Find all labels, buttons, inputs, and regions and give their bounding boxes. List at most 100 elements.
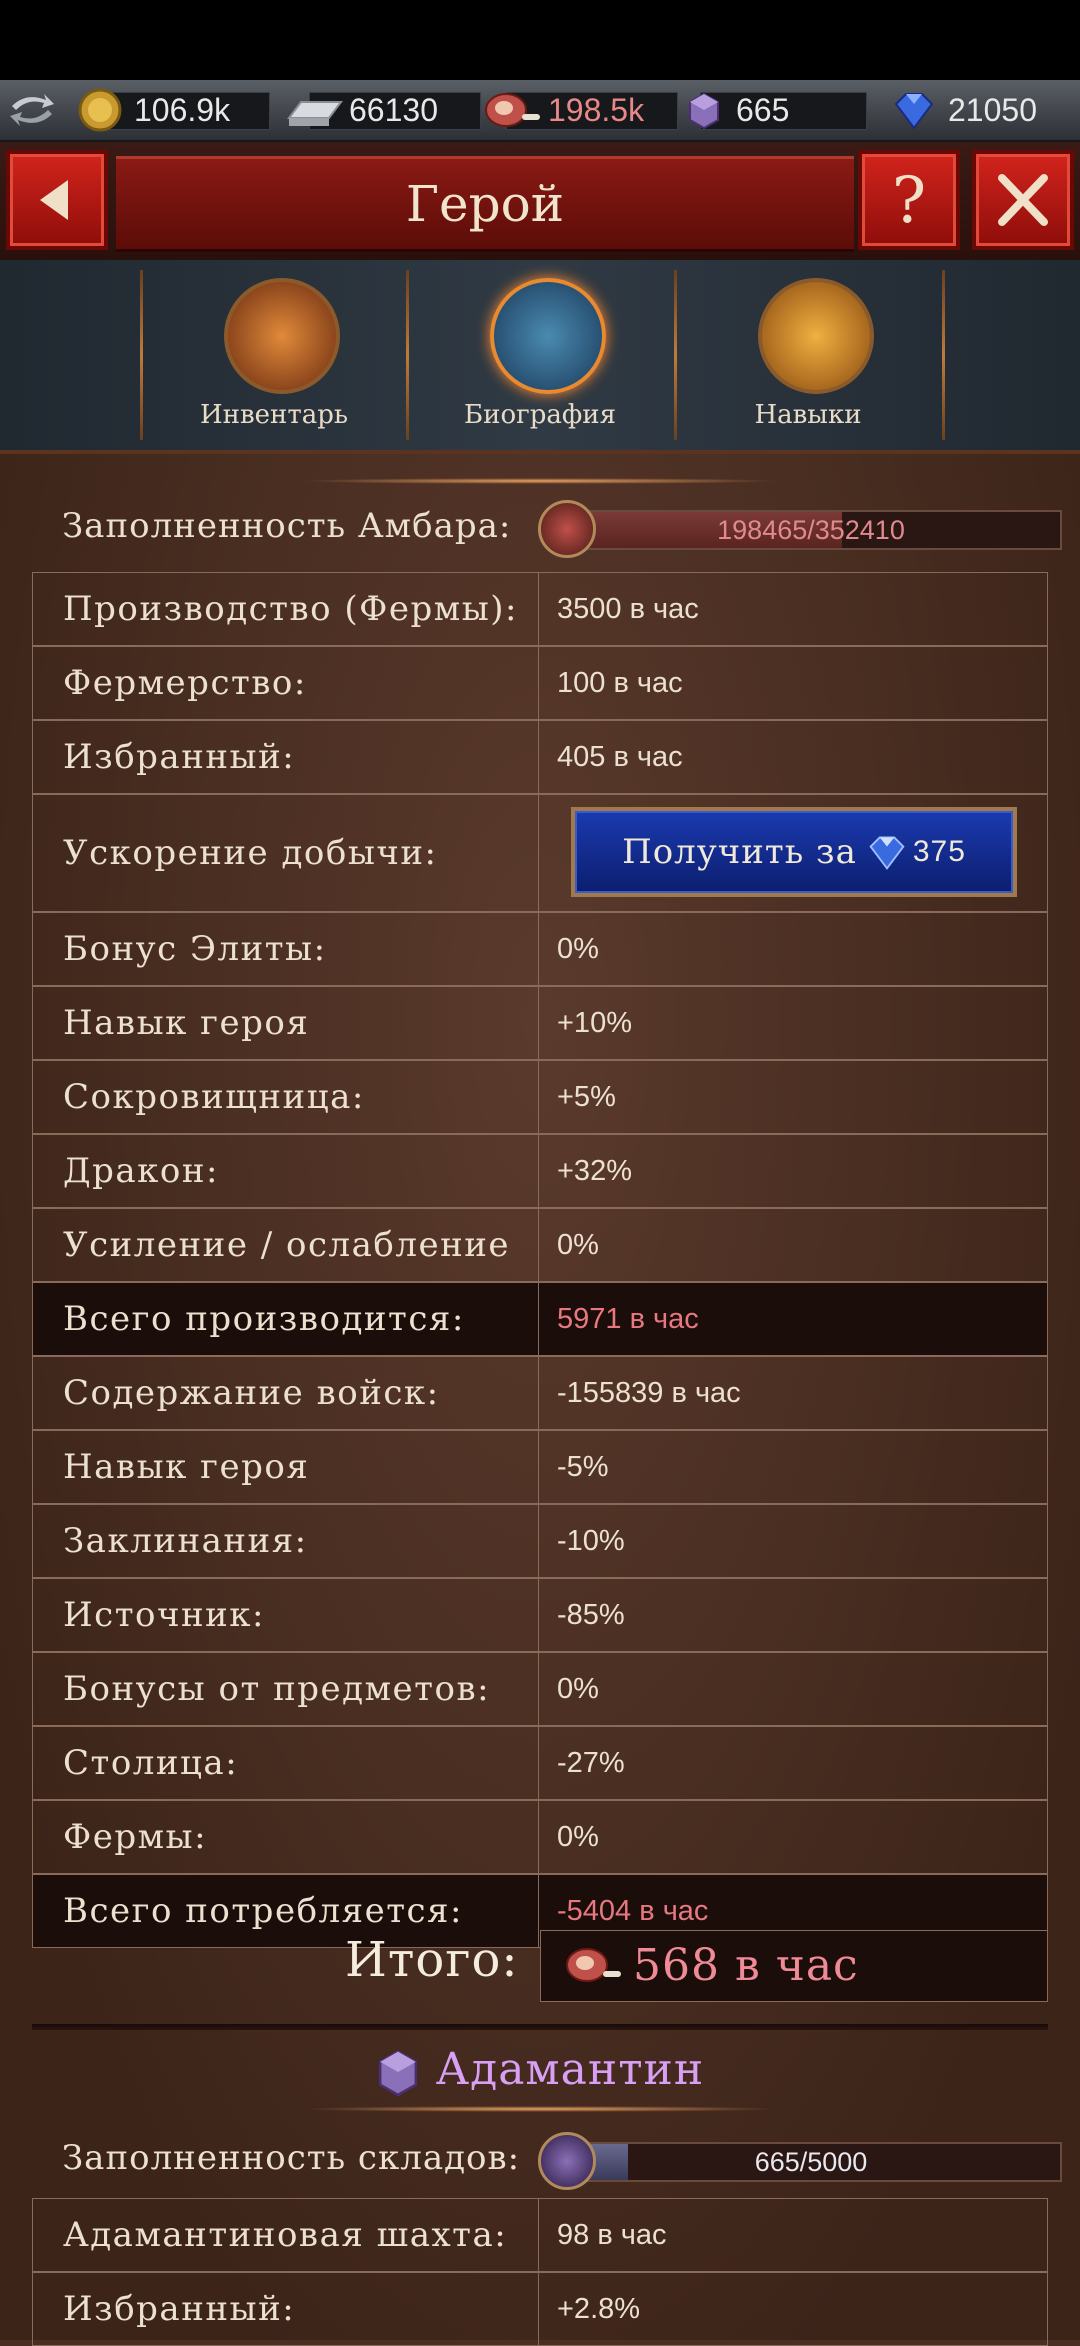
table-row: Фермы: 0% <box>32 1800 1048 1874</box>
row-label: Навык героя <box>33 987 539 1059</box>
boost-cost: 375 <box>912 835 966 868</box>
sapphire-gem-icon <box>869 836 905 870</box>
gems-counter[interactable]: 21050 <box>888 88 1076 132</box>
gems-value: 21050 <box>948 92 1037 128</box>
production-panel: Заполненность Амбара: 198465/352410 Прои… <box>0 454 1080 2346</box>
row-value: 3500 в час <box>557 592 699 625</box>
row-value: 100 в час <box>557 666 683 699</box>
table-row: Бонус Элиты: 0% <box>32 912 1048 986</box>
row-value: -155839 в час <box>557 1376 741 1409</box>
row-value: 0% <box>557 932 599 965</box>
table-row: Избранный: +2.8% <box>32 2272 1048 2346</box>
row-label: Заклинания: <box>33 1505 539 1577</box>
gold-coin-icon <box>78 88 122 132</box>
adamantine-counter[interactable]: 665 <box>680 88 870 132</box>
table-row: Столица: -27% <box>32 1726 1048 1800</box>
tab-inventory-label: Инвентарь <box>199 400 349 430</box>
tab-inventory[interactable]: Инвентарь <box>140 260 408 450</box>
row-label: Навык героя <box>33 1431 539 1503</box>
iron-value: 66130 <box>349 92 438 128</box>
row-label: Ускорение добычи: <box>33 795 539 911</box>
row-label: Источник: <box>33 1579 539 1651</box>
back-button[interactable] <box>6 150 108 250</box>
swap-arrows-icon <box>10 94 54 126</box>
meat-icon <box>538 500 596 558</box>
row-label: Содержание войск: <box>33 1357 539 1429</box>
table-row: Содержание войск: -155839 в час <box>32 1356 1048 1430</box>
header: Герой ? <box>0 142 1080 260</box>
table-row: Навык героя +10% <box>32 986 1048 1060</box>
meat-icon <box>485 93 540 127</box>
svg-text:?: ? <box>892 164 926 238</box>
row-value: 0% <box>557 1820 599 1853</box>
adamantine-storage-value: 665/5000 <box>754 2147 868 2177</box>
table-row: Фермерство: 100 в час <box>32 646 1048 720</box>
table-row: Сокровищница: +5% <box>32 1060 1048 1134</box>
row-label: Избранный: <box>33 2273 539 2345</box>
boost-button-label: Получить за <box>622 832 857 872</box>
food-storage-label: Заполненность Амбара: <box>62 506 512 546</box>
total-box: 568 в час <box>540 1930 1048 2002</box>
tab-skills[interactable]: Навыки <box>674 260 942 450</box>
row-label: Адамантиновая шахта: <box>33 2199 539 2271</box>
food-storage-bar: 198465/352410 <box>560 510 1062 550</box>
row-value: 5971 в час <box>557 1302 699 1335</box>
table-row: Всего производится: 5971 в час <box>32 1282 1048 1356</box>
total-value: 568 в час <box>633 1940 859 1991</box>
row-label: Бонусы от предметов: <box>33 1653 539 1725</box>
row-value: 0% <box>557 1672 599 1705</box>
row-value: +5% <box>557 1080 616 1113</box>
title-bar: Герой <box>116 156 854 252</box>
row-value: +32% <box>557 1154 632 1187</box>
tab-skills-label: Навыки <box>754 400 862 430</box>
table-row: Бонусы от предметов: 0% <box>32 1652 1048 1726</box>
table-row: Заклинания: -10% <box>32 1504 1048 1578</box>
meat-icon <box>566 1948 621 1982</box>
page-title: Герой <box>405 175 565 233</box>
row-label: Фермерство: <box>33 647 539 719</box>
adamantine-orb-icon <box>538 2132 596 2190</box>
adamantine-storage-bar: 665/5000 <box>560 2142 1062 2182</box>
row-value: 98 в час <box>557 2218 667 2251</box>
food-counter[interactable]: 198.5k <box>482 88 682 132</box>
food-value: 198.5k <box>548 92 645 128</box>
table-row: Навык героя -5% <box>32 1430 1048 1504</box>
row-value: 405 в час <box>557 740 683 773</box>
question-mark-icon: ? <box>892 164 926 238</box>
adamantine-section-title: Адамантин <box>435 2044 705 2095</box>
table-row: Дракон: +32% <box>32 1134 1048 1208</box>
total-label: Итого: <box>345 1932 519 1988</box>
sapphire-gem-icon <box>894 93 934 130</box>
adamantine-storage-label: Заполненность складов: <box>62 2138 521 2178</box>
row-value: -27% <box>557 1746 625 1779</box>
row-label: Сокровищница: <box>33 1061 539 1133</box>
iron-counter[interactable]: 66130 <box>285 88 485 132</box>
swap-resources-button[interactable] <box>6 88 66 132</box>
table-row: Производство (Фермы): 3500 в час <box>32 572 1048 646</box>
food-storage-value: 198465/352410 <box>717 515 905 545</box>
row-label: Дракон: <box>33 1135 539 1207</box>
close-button[interactable] <box>972 150 1074 250</box>
boost-production-button[interactable]: Получить за 375 <box>571 807 1017 897</box>
row-label: Столица: <box>33 1727 539 1799</box>
adamantine-value: 665 <box>736 92 790 128</box>
row-label: Производство (Фермы): <box>33 573 539 645</box>
table-row: Источник: -85% <box>32 1578 1048 1652</box>
tab-biography-label: Биография <box>464 400 616 430</box>
adamantine-cube-icon <box>689 92 719 130</box>
row-value: 0% <box>557 1228 599 1261</box>
table-row: Ускорение добычи: Получить за 375 <box>32 794 1048 912</box>
books-icon <box>490 278 606 394</box>
row-value: -10% <box>557 1524 625 1557</box>
row-label: Избранный: <box>33 721 539 793</box>
iron-ingot-icon <box>287 101 343 126</box>
gold-counter[interactable]: 106.9k <box>78 88 273 132</box>
row-value: -85% <box>557 1598 625 1631</box>
row-value: +10% <box>557 1006 632 1039</box>
resource-bar: 106.9k 66130 198.5k 665 21050 <box>0 80 1080 142</box>
gold-value: 106.9k <box>134 92 231 128</box>
tab-biography[interactable]: Биография <box>406 260 674 450</box>
help-button[interactable]: ? <box>858 150 960 250</box>
table-row: Избранный: 405 в час <box>32 720 1048 794</box>
row-label: Фермы: <box>33 1801 539 1873</box>
